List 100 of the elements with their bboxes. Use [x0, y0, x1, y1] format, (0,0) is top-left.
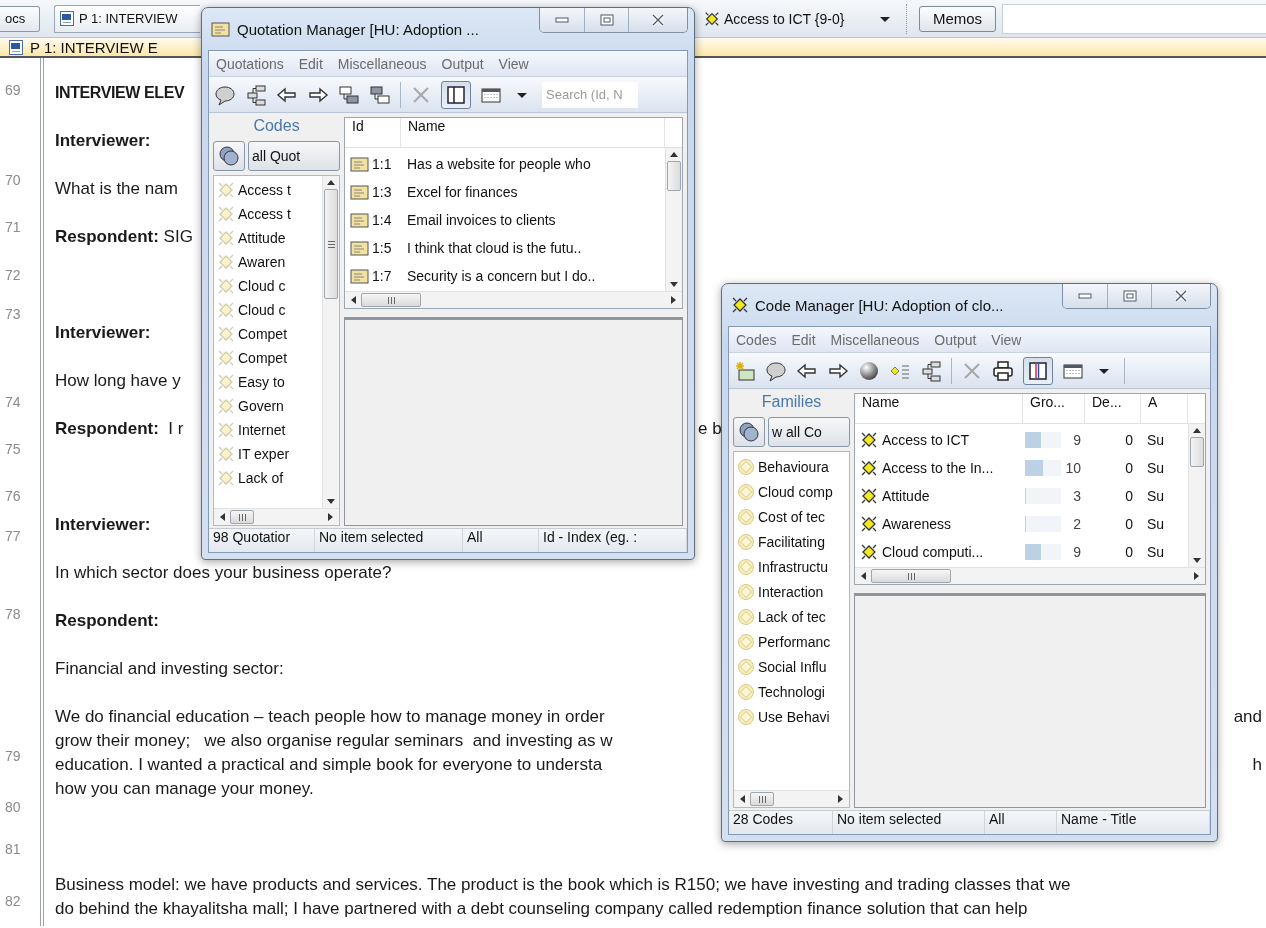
- menu-item[interactable]: Quotations: [216, 55, 284, 72]
- comment-icon[interactable]: [214, 83, 236, 106]
- family-list-item[interactable]: Behavioura: [734, 454, 849, 479]
- menu-item[interactable]: Miscellaneous: [830, 331, 920, 348]
- vertical-scrollbar[interactable]: [1188, 424, 1205, 567]
- table-row[interactable]: 1:4 Email invoices to clients: [345, 206, 665, 234]
- close-icon[interactable]: [651, 14, 665, 26]
- family-list-item[interactable]: Infrastructu: [734, 554, 849, 579]
- family-list-item[interactable]: Performanc: [734, 629, 849, 654]
- split-panel-button[interactable]: [1023, 356, 1053, 385]
- scroll-up-icon[interactable]: [669, 151, 679, 158]
- scroll-down-icon[interactable]: [1192, 557, 1202, 564]
- menu-item[interactable]: Miscellaneous: [337, 55, 427, 72]
- scroll-thumb[interactable]: [324, 189, 338, 299]
- table-row[interactable]: 1:1 Has a website for people who: [345, 150, 665, 178]
- scroll-left-icon[interactable]: [860, 571, 867, 581]
- table-row[interactable]: 1:7 Security is a concern but I do..: [345, 262, 665, 290]
- comment-icon[interactable]: [765, 359, 787, 382]
- family-list-item[interactable]: Facilitating: [734, 529, 849, 554]
- maximize-icon[interactable]: [599, 14, 614, 26]
- table-row[interactable]: 1:5 I think that cloud is the futu..: [345, 234, 665, 262]
- scroll-left-icon[interactable]: [739, 794, 746, 804]
- column-header[interactable]: Name: [401, 118, 665, 147]
- column-header[interactable]: De...: [1085, 394, 1141, 423]
- code-list-item[interactable]: Awaren: [214, 250, 322, 274]
- scroll-up-icon[interactable]: [326, 179, 336, 186]
- column-header[interactable]: Id: [345, 118, 401, 147]
- code-list-item[interactable]: Compet: [214, 322, 322, 346]
- split-panel-icon[interactable]: [1028, 360, 1048, 381]
- split-panel-button[interactable]: [441, 80, 471, 109]
- scroll-up-icon[interactable]: [1192, 427, 1202, 434]
- table-row[interactable]: 1:3 Excel for finances: [345, 178, 665, 206]
- close-icon[interactable]: [1174, 290, 1188, 302]
- code-list-item[interactable]: Compet: [214, 346, 322, 370]
- table-row[interactable]: Access to ICT 9 0 Su: [855, 426, 1188, 454]
- maximize-icon[interactable]: [1122, 290, 1137, 302]
- minimize-icon[interactable]: [555, 16, 569, 24]
- printer-icon[interactable]: [992, 359, 1014, 382]
- memos-button[interactable]: Memos: [919, 5, 996, 32]
- scroll-left-icon[interactable]: [350, 295, 357, 305]
- menu-item[interactable]: View: [991, 331, 1022, 348]
- scroll-down-icon[interactable]: [326, 498, 336, 505]
- show-all-button[interactable]: all Quot: [248, 141, 340, 171]
- vertical-scrollbar[interactable]: [665, 148, 682, 291]
- code-list-item[interactable]: Attitude: [214, 226, 322, 250]
- code-list-item[interactable]: Cloud c: [214, 274, 322, 298]
- scroll-right-icon[interactable]: [837, 794, 844, 804]
- show-all-button[interactable]: w all Co: [768, 417, 850, 447]
- code-list-item[interactable]: Lack of: [214, 466, 322, 490]
- menu-item[interactable]: View: [498, 55, 529, 72]
- table-row[interactable]: Awareness 2 0 Su: [855, 510, 1188, 538]
- docs-button[interactable]: ocs: [0, 5, 40, 32]
- family-list-item[interactable]: Technologi: [734, 679, 849, 704]
- scroll-thumb[interactable]: [667, 161, 681, 191]
- menu-item[interactable]: Output: [441, 55, 484, 72]
- menu-item[interactable]: Codes: [736, 331, 777, 348]
- scroll-thumb[interactable]: [361, 293, 421, 307]
- code-list-item[interactable]: Govern: [214, 394, 322, 418]
- hierarchy-icon[interactable]: [245, 83, 267, 106]
- family-list-item[interactable]: Interaction: [734, 579, 849, 604]
- minimize-icon[interactable]: [1078, 292, 1092, 300]
- horizontal-scrollbar[interactable]: [855, 567, 1205, 584]
- code-list-item[interactable]: Cloud c: [214, 298, 322, 322]
- code-list-item[interactable]: Access t: [214, 202, 322, 226]
- horizontal-scrollbar[interactable]: [345, 291, 682, 308]
- table-row[interactable]: Attitude 3 0 Su: [855, 482, 1188, 510]
- code-list-item[interactable]: Access t: [214, 178, 322, 202]
- scroll-right-icon[interactable]: [1193, 571, 1200, 581]
- menu-item[interactable]: Edit: [791, 331, 816, 348]
- scroll-down-icon[interactable]: [669, 281, 679, 288]
- maximize-button[interactable]: [1107, 284, 1151, 308]
- document-tab[interactable]: P 1: INTERVIEW: [54, 4, 200, 33]
- code-list-item[interactable]: Easy to: [214, 370, 322, 394]
- family-list-item[interactable]: Cloud comp: [734, 479, 849, 504]
- stacked-boxes-icon[interactable]: [369, 83, 391, 106]
- menu-item[interactable]: Output: [934, 331, 977, 348]
- menu-item[interactable]: Edit: [298, 55, 323, 72]
- toolbar-field[interactable]: [1002, 3, 1266, 34]
- table-row[interactable]: Access to the In... 10 0 Su: [855, 454, 1188, 482]
- hierarchy-icon[interactable]: [920, 359, 942, 382]
- family-list-item[interactable]: Use Behavi: [734, 704, 849, 729]
- maximize-button[interactable]: [584, 8, 628, 32]
- horizontal-scrollbar[interactable]: [734, 790, 849, 807]
- scroll-thumb[interactable]: [750, 792, 774, 806]
- stacked-boxes-icon[interactable]: [338, 83, 360, 106]
- scroll-thumb[interactable]: [1190, 437, 1204, 467]
- code-list-item[interactable]: IT exper: [214, 442, 322, 466]
- new-code-icon[interactable]: [734, 359, 756, 382]
- scroll-right-icon[interactable]: [670, 295, 677, 305]
- horizontal-scrollbar[interactable]: [214, 508, 339, 525]
- scroll-left-icon[interactable]: [219, 512, 226, 522]
- vertical-scrollbar[interactable]: [322, 176, 339, 508]
- column-header[interactable]: A: [1141, 394, 1188, 423]
- split-panel-icon[interactable]: [446, 84, 466, 105]
- sphere-icon[interactable]: [858, 359, 880, 382]
- code-selector[interactable]: Access to ICT {9-0}: [700, 4, 900, 33]
- family-list-item[interactable]: Social Influ: [734, 654, 849, 679]
- column-header[interactable]: Gro...: [1023, 394, 1085, 423]
- scroll-right-icon[interactable]: [327, 512, 334, 522]
- table-row[interactable]: Cloud computi... 9 0 Su: [855, 538, 1188, 566]
